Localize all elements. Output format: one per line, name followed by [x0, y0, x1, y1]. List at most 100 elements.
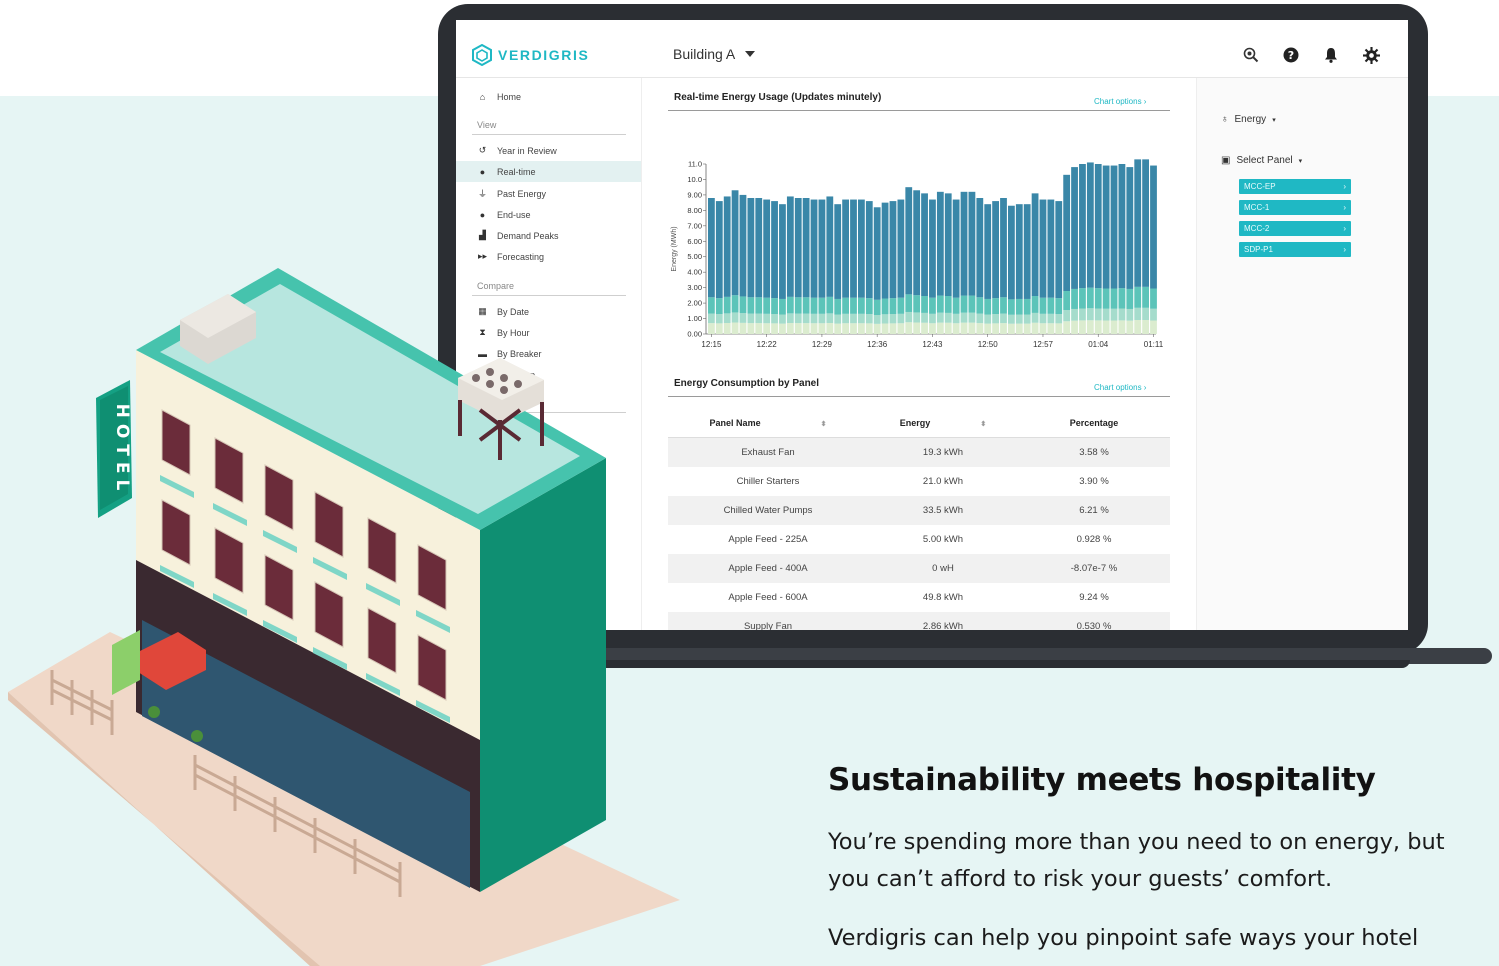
bar-segment: [1047, 297, 1055, 314]
divider: [472, 134, 626, 135]
bar-segment: [1079, 288, 1086, 309]
panel-button-mcc-ep[interactable]: MCC-EP ›: [1239, 179, 1351, 194]
sidebar-item-end-use[interactable]: ● End-use: [456, 204, 641, 225]
bar-segment: [747, 313, 755, 324]
select-panel-dropdown[interactable]: ▣ Select Panel ▾: [1221, 155, 1302, 166]
bar-segment: [913, 312, 921, 323]
main-content: Real-time Energy Usage (Updates minutely…: [641, 78, 1196, 630]
bar-segment: [1094, 308, 1102, 321]
x-tick-label: 12:57: [1033, 340, 1054, 349]
table-row[interactable]: Apple Feed - 225A 5.00 kWh 0.928 %: [668, 525, 1170, 554]
sidebar-item-demand-peaks[interactable]: ▟ Demand Peaks: [456, 225, 641, 246]
bar-segment: [1071, 167, 1078, 289]
sidebar-item-past-energy[interactable]: ⏚ Past Energy: [456, 183, 641, 204]
gear-icon[interactable]: [1362, 46, 1380, 64]
bar-segment: [850, 313, 857, 324]
bar-segment: [1000, 313, 1007, 324]
bar-segment: [826, 296, 834, 314]
brand-name: VERDIGRIS: [498, 47, 590, 63]
panel-consumption-table: Panel Name ⬍ Energy ⬍ Percentage Exhaust F…: [668, 408, 1170, 630]
x-tick-label: 12:29: [812, 340, 833, 349]
bar-segment: [1150, 288, 1157, 309]
bar-segment: [850, 297, 857, 314]
bar-segment: [873, 207, 881, 300]
bar-segment: [842, 199, 849, 298]
chevron-right-icon: ›: [1343, 224, 1346, 233]
bar-segment: [723, 196, 731, 297]
table-row[interactable]: Chiller Starters 21.0 kWh 3.90 %: [668, 467, 1170, 496]
brand-logo[interactable]: VERDIGRIS: [472, 44, 589, 66]
x-tick-label: 12:36: [867, 340, 888, 349]
realtime-chart-options-link[interactable]: Chart options ›: [1094, 97, 1146, 106]
bar-segment: [858, 297, 865, 314]
sort-icon[interactable]: ⬍: [821, 421, 827, 428]
bar-segment: [1015, 204, 1023, 299]
cell-percentage: -8.07e-7 %: [1070, 563, 1118, 574]
sort-icon[interactable]: ⬍: [980, 421, 986, 428]
bar-segment: [1118, 320, 1126, 334]
sidebar-item-home[interactable]: ⌂ Home: [456, 86, 641, 107]
bar-segment: [1094, 320, 1102, 334]
bar-segment: [755, 323, 763, 334]
energy-dropdown[interactable]: ♁ Energy ▾: [1221, 114, 1276, 125]
search-zoom-icon[interactable]: [1242, 46, 1260, 64]
bar-segment: [929, 297, 936, 314]
bar-segment: [731, 312, 739, 323]
table-row[interactable]: Chilled Water Pumps 33.5 kWh 6.21 %: [668, 496, 1170, 525]
bar-segment: [936, 191, 944, 296]
building-selector[interactable]: Building A: [673, 46, 756, 62]
bar-segment: [960, 312, 968, 323]
bar-segment: [834, 298, 842, 315]
panel-button-mcc-1[interactable]: MCC-1 ›: [1239, 200, 1351, 215]
caret-down-icon: ▾: [1298, 157, 1303, 165]
bar-segment: [850, 199, 857, 298]
chevron-right-icon: ›: [1343, 245, 1346, 254]
bar-segment: [810, 323, 818, 334]
sidebar-item-real-time[interactable]: ● Real-time: [456, 161, 641, 182]
bar-segment: [905, 322, 913, 334]
panel-button-label: MCC-EP: [1244, 182, 1276, 191]
bar-segment: [889, 201, 897, 299]
bar-segment: [1150, 320, 1157, 334]
table-row[interactable]: Exhaust Fan 19.3 kWh 3.58 %: [668, 438, 1170, 467]
bar-segment: [921, 296, 928, 313]
bar-segment: [897, 297, 905, 314]
consumption-chart-options-link[interactable]: Chart options ›: [1094, 383, 1146, 392]
bar-segment: [858, 323, 865, 334]
table-row[interactable]: Apple Feed - 400A 0 wH -8.07e-7 %: [668, 554, 1170, 583]
bar-segment: [873, 299, 881, 315]
bar-segment: [952, 199, 960, 298]
bar-segment: [1000, 323, 1007, 334]
help-icon[interactable]: ?: [1282, 46, 1300, 64]
bar-segment: [1008, 323, 1015, 334]
bar-segment: [842, 323, 849, 334]
table-row[interactable]: Apple Feed - 600A 49.8 kWh 9.24 %: [668, 583, 1170, 612]
bar-segment: [905, 294, 913, 312]
panel-button-mcc-2[interactable]: MCC-2 ›: [1239, 221, 1351, 236]
bar-segment: [1142, 159, 1149, 287]
bar-segment: [1142, 286, 1149, 308]
bar-segment: [984, 323, 992, 334]
bar-segment: [1023, 204, 1031, 299]
bar-segment: [1008, 205, 1015, 300]
column-header-energy[interactable]: Energy ⬍: [868, 418, 1018, 428]
bar-segment: [802, 313, 810, 324]
panel-button-sdp-p1[interactable]: SDP-P1 ›: [1239, 242, 1351, 257]
x-tick-label: 12:43: [922, 340, 943, 349]
bar-segment: [1055, 201, 1063, 299]
bar-segment: [842, 313, 849, 324]
bar-segment: [810, 199, 818, 298]
bar-segment: [794, 297, 802, 314]
bar-segment: [708, 323, 715, 334]
y-tick-label: 7.00: [687, 221, 702, 230]
bar-segment: [992, 314, 999, 324]
bar-segment: [944, 322, 952, 334]
bar-segment: [1015, 298, 1023, 315]
sidebar-item-year-in-review[interactable]: ↺ Year in Review: [456, 140, 641, 161]
table-row[interactable]: Supply Fan 2.86 kWh 0.530 %: [668, 612, 1170, 630]
realtime-energy-chart: 0.001.002.003.004.005.006.007.008.009.00…: [671, 159, 1164, 349]
bar-segment: [858, 199, 865, 298]
bell-icon[interactable]: [1322, 46, 1340, 64]
bar-segment: [1086, 308, 1094, 321]
bar-segment: [810, 297, 818, 314]
